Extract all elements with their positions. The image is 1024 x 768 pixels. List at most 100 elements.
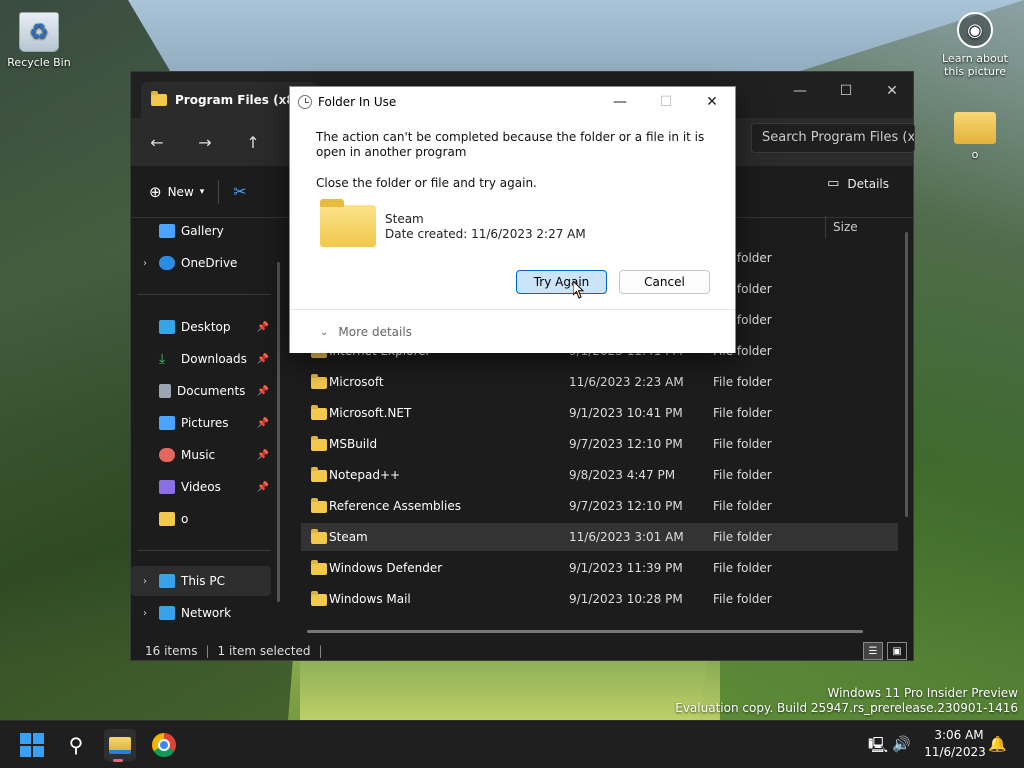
item-count: 16 items [145,644,198,658]
sidebar-item-downloads[interactable]: ⤓ Downloads 📌 [131,344,271,374]
column-divider [825,216,826,238]
more-details-toggle[interactable]: ⌄ More details [320,325,412,339]
folder-icon [311,467,327,482]
sidebar-scrollbar[interactable] [277,262,280,602]
file-date: 11/6/2023 3:01 AM [569,530,684,544]
table-row-selected[interactable]: Steam 11/6/2023 3:01 AM File folder [301,523,898,551]
table-row[interactable]: Notepad++ 9/8/2023 4:47 PM File folder [301,461,898,489]
minimize-icon[interactable]: — [777,76,823,106]
details-pane-icon: ▭ [827,176,840,191]
sidebar-label: Gallery [181,224,224,238]
file-name: Microsoft.NET [329,406,412,420]
dialog-instruction: Close the folder or file and try again. [316,176,537,190]
folder-icon [311,529,327,544]
active-app-indicator [113,759,123,762]
taskbar-chrome[interactable] [148,729,180,761]
forward-arrow-icon[interactable]: → [189,126,221,158]
notification-bell-icon[interactable]: 🔔 [988,735,1007,753]
table-row[interactable]: Microsoft 11/6/2023 2:23 AM File folder [301,368,898,396]
file-list-horizontal-scrollbar[interactable] [307,630,863,633]
sidebar-item-documents[interactable]: Documents 📌 [131,376,271,406]
cancel-button[interactable]: Cancel [619,270,710,294]
camera-icon: ◉ [957,12,993,48]
file-list-vertical-scrollbar[interactable] [905,232,908,517]
network-status-icon[interactable]: 🖳 [868,735,888,760]
search-icon: ⚲ [68,733,84,757]
sidebar-label: Network [181,606,232,620]
folder-in-use-dialog: Folder In Use — ☐ ✕ The action can't be … [289,86,736,353]
sidebar-item-videos[interactable]: Videos 📌 [131,472,271,502]
sidebar-item-network[interactable]: › Network [131,598,271,628]
explorer-window-controls: — ☐ ✕ [777,76,915,106]
taskbar-time[interactable]: 3:06 AM [934,728,984,742]
taskbar-file-explorer[interactable] [104,729,136,761]
status-bar: 16 items | 1 item selected | [131,640,915,662]
sidebar-item-desktop[interactable]: Desktop 📌 [131,312,271,342]
up-arrow-icon[interactable]: ↑ [237,126,269,158]
close-icon[interactable]: ✕ [869,76,915,106]
learn-label-line1: Learn about [942,52,1008,65]
file-type: File folder [713,375,772,389]
pin-icon: 📌 [256,385,269,397]
table-row[interactable]: Windows Defender 9/1/2023 11:39 PM File … [301,554,898,582]
sidebar-item-music[interactable]: Music 📌 [131,440,271,470]
sidebar-label: OneDrive [181,256,238,270]
chevron-right-icon[interactable]: › [131,258,159,269]
chevron-down-icon: ⌄ [320,326,329,338]
desktop-learn-about-picture[interactable]: ◉ Learn about this picture [938,12,1012,78]
file-date: 9/1/2023 10:28 PM [569,592,683,606]
taskbar-date[interactable]: 11/6/2023 [922,745,988,759]
desktop-recycle-bin[interactable]: ♻ Recycle Bin [6,12,72,69]
sidebar-label: This PC [181,574,225,588]
sidebar-label: Videos [181,480,221,494]
search-button[interactable]: ⚲ [60,729,92,761]
chevron-right-icon[interactable]: › [131,608,159,619]
sidebar-label: o [181,512,189,526]
dialog-folder-date: Date created: 11/6/2023 2:27 AM [385,227,586,241]
minimize-icon[interactable]: — [597,87,643,117]
table-row[interactable]: Windows Mail 9/1/2023 10:28 PM File fold… [301,585,898,613]
search-input[interactable]: Search Program Files (x86) [751,123,915,153]
volume-icon[interactable]: 🔊 [892,735,911,753]
table-row[interactable]: Microsoft.NET 9/1/2023 10:41 PM File fol… [301,399,898,427]
start-button[interactable] [16,729,48,761]
file-name: Notepad++ [329,468,401,482]
column-header-size[interactable]: Size [833,216,858,238]
folder-icon [954,112,996,144]
file-date: 9/7/2023 12:10 PM [569,499,683,513]
dialog-window-controls: — ☐ ✕ [597,87,735,117]
sidebar-item-this-pc[interactable]: › This PC [131,566,271,596]
new-button[interactable]: ⊕ New ▾ [149,183,204,201]
videos-icon [159,480,175,494]
onedrive-icon [159,256,175,270]
sidebar-divider [137,294,271,295]
maximize-icon[interactable]: ☐ [823,76,869,106]
sidebar-label: Pictures [181,416,229,430]
cut-icon[interactable]: ✂ [233,182,246,201]
back-arrow-icon[interactable]: ← [141,126,173,158]
file-date: 9/1/2023 11:39 PM [569,561,683,575]
table-row[interactable]: Reference Assemblies 9/7/2023 12:10 PM F… [301,492,898,520]
sidebar-item-gallery[interactable]: Gallery [131,216,271,246]
dialog-footer: ⌄ More details [290,309,735,353]
sidebar-item-onedrive[interactable]: › OneDrive [131,248,271,278]
chrome-icon [152,733,176,757]
details-view-icon[interactable]: ☰ [863,642,883,660]
watermark-line1: Windows 11 Pro Insider Preview [827,686,1018,700]
sidebar-item-pictures[interactable]: Pictures 📌 [131,408,271,438]
desktop-icon [159,320,175,334]
details-button[interactable]: ▭ Details [827,176,889,191]
pin-icon: 📌 [256,417,269,429]
close-icon[interactable]: ✕ [689,87,735,117]
chevron-right-icon[interactable]: › [131,576,159,587]
file-date: 9/1/2023 10:41 PM [569,406,683,420]
table-row[interactable]: MSBuild 9/7/2023 12:10 PM File folder [301,430,898,458]
sidebar-item-o[interactable]: o [131,504,271,534]
desktop-folder-o[interactable]: o [948,112,1002,161]
tiles-view-icon[interactable]: ▣ [887,642,907,660]
pin-icon: 📌 [256,353,269,365]
computer-icon [159,574,175,588]
try-again-button[interactable]: Try Again [516,270,607,294]
folder-icon [311,405,327,420]
pictures-icon [159,416,175,430]
